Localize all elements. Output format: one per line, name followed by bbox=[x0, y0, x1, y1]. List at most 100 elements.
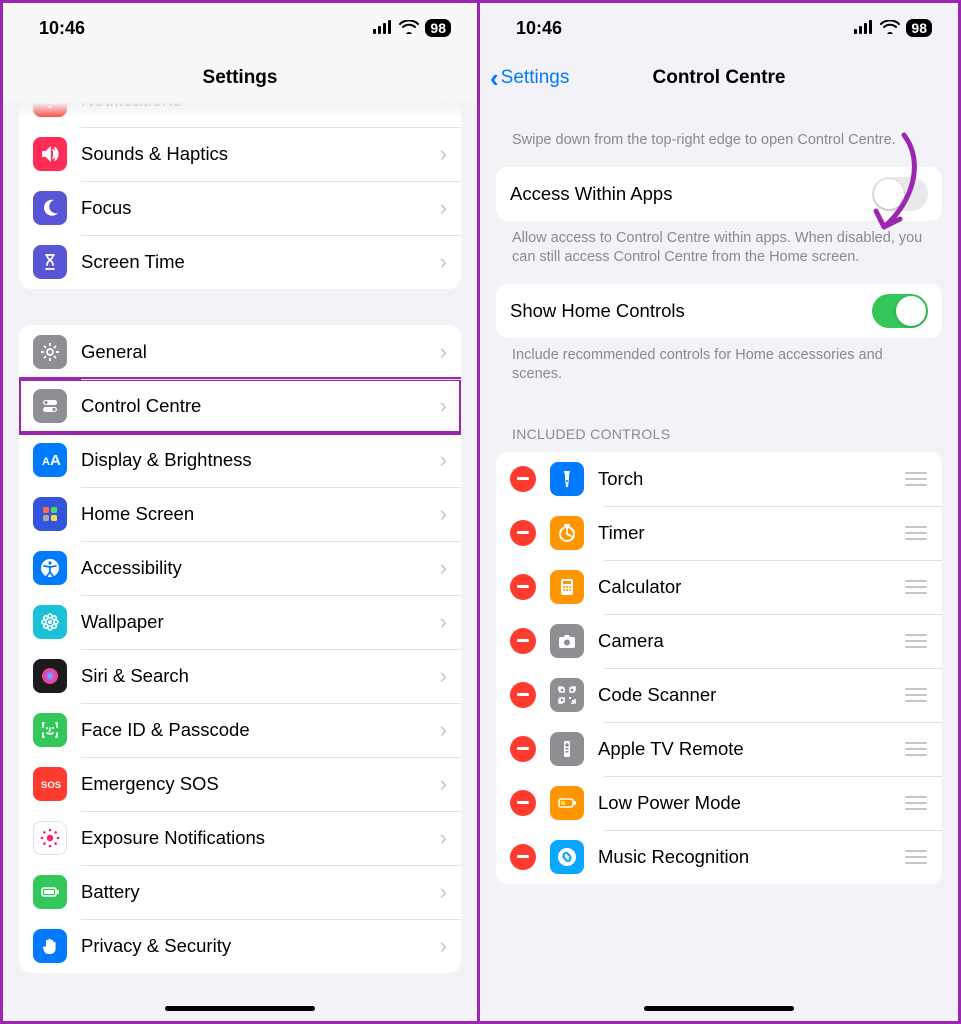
control-row-apple-tv-remote[interactable]: Apple TV Remote bbox=[496, 722, 942, 776]
chevron-right-icon: › bbox=[440, 195, 447, 221]
toggles-icon bbox=[33, 389, 67, 423]
status-time: 10:46 bbox=[39, 18, 85, 39]
row-label: Access Within Apps bbox=[510, 183, 872, 205]
remote-icon bbox=[550, 732, 584, 766]
svg-text:A: A bbox=[42, 456, 50, 468]
status-bar: 10:46 98 bbox=[480, 3, 958, 53]
wifi-icon bbox=[399, 18, 419, 39]
remove-button[interactable] bbox=[510, 844, 536, 870]
drag-handle[interactable] bbox=[904, 526, 928, 540]
siri-icon bbox=[33, 659, 67, 693]
control-row-code-scanner[interactable]: Code Scanner bbox=[496, 668, 942, 722]
control-centre-content[interactable]: Swipe down from the top-right edge to op… bbox=[480, 103, 958, 1021]
chevron-right-icon: › bbox=[440, 663, 447, 689]
moon-icon bbox=[33, 191, 67, 225]
settings-row-general[interactable]: General› bbox=[19, 325, 461, 379]
accessibility-icon bbox=[33, 551, 67, 585]
remove-button[interactable] bbox=[510, 466, 536, 492]
included-controls-header: Included Controls bbox=[496, 401, 942, 452]
timer-icon bbox=[550, 516, 584, 550]
control-row-timer[interactable]: Timer bbox=[496, 506, 942, 560]
torch-icon bbox=[550, 462, 584, 496]
settings-row-face-id-passcode[interactable]: Face ID & Passcode› bbox=[19, 703, 461, 757]
home-indicator[interactable] bbox=[644, 1006, 794, 1011]
control-row-torch[interactable]: Torch bbox=[496, 452, 942, 506]
settings-list[interactable]: Notifications›Sounds & Haptics›Focus›Scr… bbox=[3, 103, 477, 1021]
drag-handle[interactable] bbox=[904, 796, 928, 810]
row-label: Privacy & Security bbox=[81, 935, 440, 957]
settings-row-control-centre[interactable]: Control Centre› bbox=[19, 379, 461, 433]
settings-row-exposure-notifications[interactable]: Exposure Notifications› bbox=[19, 811, 461, 865]
back-button[interactable]: ‹ Settings bbox=[490, 65, 569, 91]
settings-screen: 10:46 98 Settings Notifications›Sounds &… bbox=[0, 0, 480, 1024]
cellular-icon bbox=[854, 18, 874, 39]
qr-icon bbox=[550, 678, 584, 712]
bell-icon bbox=[33, 103, 67, 117]
row-label: Calculator bbox=[598, 576, 904, 598]
calculator-icon bbox=[550, 570, 584, 604]
access-footer: Allow access to Control Centre within ap… bbox=[496, 221, 942, 284]
show-home-controls-row[interactable]: Show Home Controls bbox=[496, 284, 942, 338]
control-centre-settings-screen: 10:46 98 ‹ Settings Control Centre Swipe… bbox=[480, 0, 961, 1024]
chevron-right-icon: › bbox=[440, 879, 447, 905]
settings-row-battery[interactable]: Battery› bbox=[19, 865, 461, 919]
drag-handle[interactable] bbox=[904, 850, 928, 864]
settings-row-home-screen[interactable]: Home Screen› bbox=[19, 487, 461, 541]
chevron-right-icon: › bbox=[440, 339, 447, 365]
row-label: Camera bbox=[598, 630, 904, 652]
status-time: 10:46 bbox=[516, 18, 562, 39]
drag-handle[interactable] bbox=[904, 472, 928, 486]
home-indicator[interactable] bbox=[165, 1006, 315, 1011]
remove-button[interactable] bbox=[510, 682, 536, 708]
chevron-right-icon: › bbox=[440, 393, 447, 419]
battery-badge: 98 bbox=[425, 19, 451, 37]
control-row-camera[interactable]: Camera bbox=[496, 614, 942, 668]
control-row-calculator[interactable]: Calculator bbox=[496, 560, 942, 614]
remove-button[interactable] bbox=[510, 736, 536, 762]
intro-text: Swipe down from the top-right edge to op… bbox=[496, 103, 942, 167]
drag-handle[interactable] bbox=[904, 580, 928, 594]
row-label: Accessibility bbox=[81, 557, 440, 579]
drag-handle[interactable] bbox=[904, 634, 928, 648]
settings-row-notifications[interactable]: Notifications› bbox=[19, 103, 461, 127]
svg-text:SOS: SOS bbox=[41, 780, 61, 791]
settings-row-accessibility[interactable]: Accessibility› bbox=[19, 541, 461, 595]
remove-button[interactable] bbox=[510, 790, 536, 816]
lowpower-icon bbox=[550, 786, 584, 820]
control-row-low-power-mode[interactable]: Low Power Mode bbox=[496, 776, 942, 830]
chevron-right-icon: › bbox=[440, 771, 447, 797]
row-label: General bbox=[81, 341, 440, 363]
settings-row-screen-time[interactable]: Screen Time› bbox=[19, 235, 461, 289]
row-label: Face ID & Passcode bbox=[81, 719, 440, 741]
settings-row-siri-search[interactable]: Siri & Search› bbox=[19, 649, 461, 703]
svg-text:A: A bbox=[50, 452, 61, 469]
settings-row-emergency-sos[interactable]: SOSEmergency SOS› bbox=[19, 757, 461, 811]
remove-button[interactable] bbox=[510, 520, 536, 546]
drag-handle[interactable] bbox=[904, 688, 928, 702]
hand-icon bbox=[33, 929, 67, 963]
home-controls-footer: Include recommended controls for Home ac… bbox=[496, 338, 942, 401]
drag-handle[interactable] bbox=[904, 742, 928, 756]
page-title: Settings bbox=[203, 67, 278, 89]
battery-icon bbox=[33, 875, 67, 909]
status-bar: 10:46 98 bbox=[3, 3, 477, 53]
settings-row-focus[interactable]: Focus› bbox=[19, 181, 461, 235]
access-within-apps-row[interactable]: Access Within Apps bbox=[496, 167, 942, 221]
control-row-music-recognition[interactable]: Music Recognition bbox=[496, 830, 942, 884]
back-label: Settings bbox=[501, 67, 570, 89]
remove-button[interactable] bbox=[510, 574, 536, 600]
chevron-right-icon: › bbox=[440, 609, 447, 635]
row-label: Battery bbox=[81, 881, 440, 903]
settings-row-sounds-haptics[interactable]: Sounds & Haptics› bbox=[19, 127, 461, 181]
row-label: Screen Time bbox=[81, 251, 440, 273]
chevron-right-icon: › bbox=[440, 555, 447, 581]
show-home-controls-toggle[interactable] bbox=[872, 294, 928, 328]
chevron-right-icon: › bbox=[440, 501, 447, 527]
settings-row-display-brightness[interactable]: AADisplay & Brightness› bbox=[19, 433, 461, 487]
settings-row-wallpaper[interactable]: Wallpaper› bbox=[19, 595, 461, 649]
row-label: Show Home Controls bbox=[510, 300, 872, 322]
settings-row-privacy-security[interactable]: Privacy & Security› bbox=[19, 919, 461, 973]
remove-button[interactable] bbox=[510, 628, 536, 654]
cellular-icon bbox=[373, 18, 393, 39]
access-within-apps-toggle[interactable] bbox=[872, 177, 928, 211]
